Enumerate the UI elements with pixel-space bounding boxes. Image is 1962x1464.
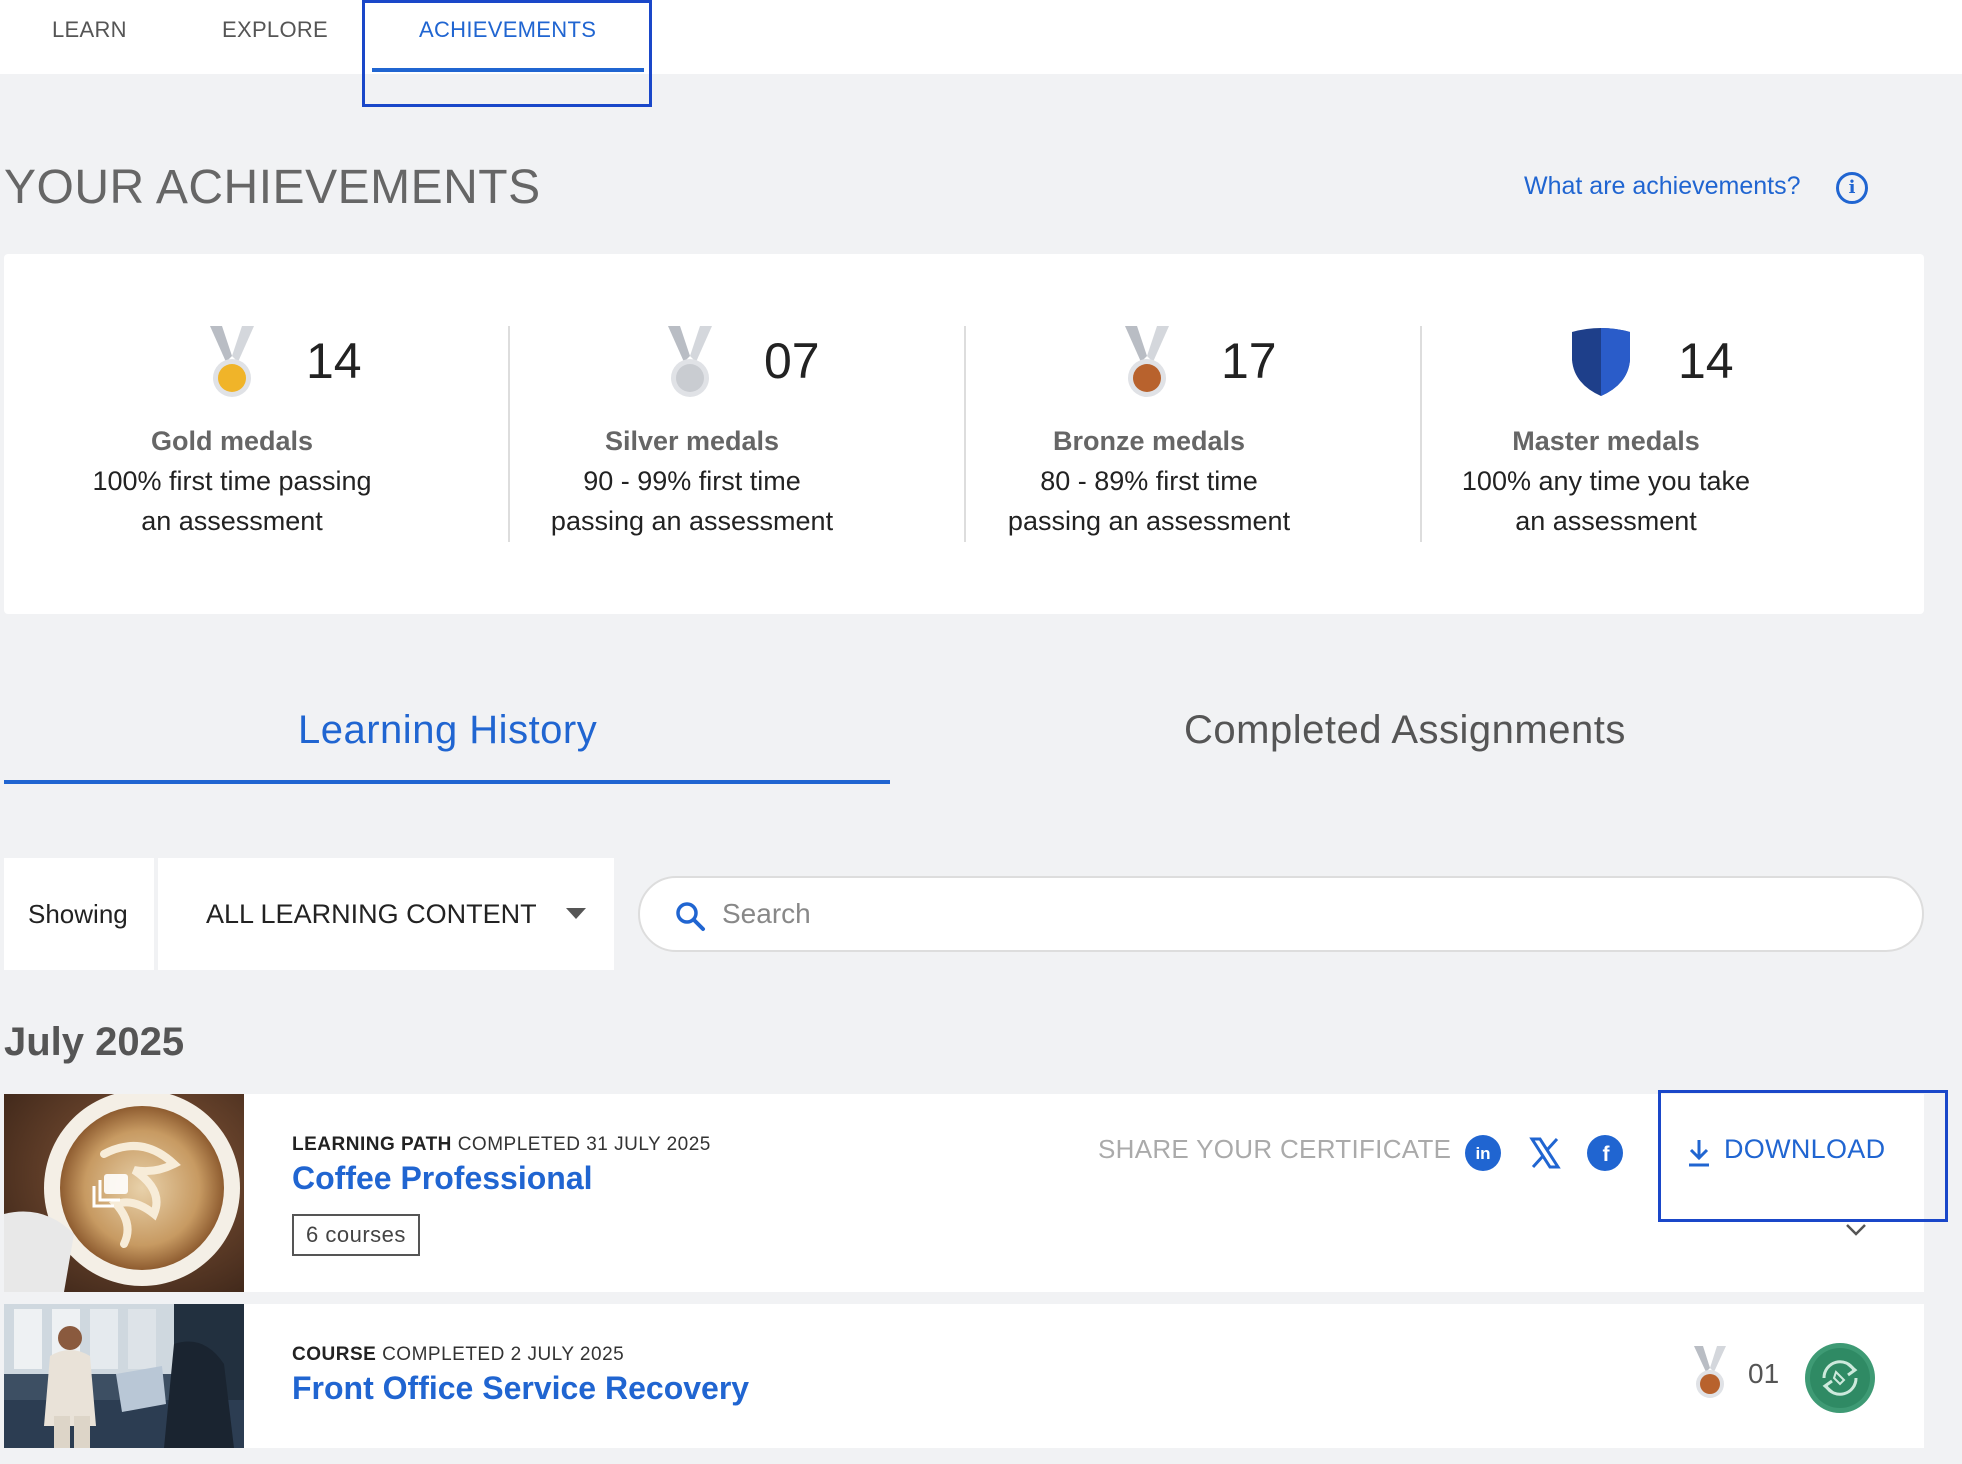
- master-medals-stat: 14 Master medals 100% any time you take …: [1374, 254, 1830, 614]
- history-item: COURSE COMPLETED 2 JULY 2025 Front Offic…: [4, 1304, 1924, 1448]
- nav-active-indicator: [372, 68, 644, 72]
- search-input[interactable]: [722, 894, 1872, 934]
- search-icon: [676, 902, 705, 931]
- gold-medal-count: 14: [306, 333, 362, 389]
- item-meta: COURSE COMPLETED 2 JULY 2025: [292, 1344, 624, 1366]
- gold-medals-stat: 14 Gold medals 100% first time passing a…: [4, 254, 460, 614]
- info-icon[interactable]: i: [1836, 172, 1868, 204]
- item-title-link[interactable]: Coffee Professional: [292, 1160, 593, 1197]
- master-medal-count: 14: [1678, 333, 1734, 389]
- tab-completed-assignments[interactable]: Completed Assignments: [1184, 708, 1626, 753]
- x-twitter-icon[interactable]: [1526, 1134, 1564, 1172]
- bronze-medal-desc: 80 - 89% first time: [1040, 466, 1258, 496]
- linkedin-icon[interactable]: in: [1464, 1134, 1502, 1172]
- medal-count: 01: [1748, 1358, 1780, 1389]
- svg-text:in: in: [1475, 1144, 1490, 1163]
- master-medal-desc: an assessment: [1515, 506, 1697, 536]
- page-title: YOUR ACHIEVEMENTS: [4, 161, 541, 214]
- item-completed-date: COMPLETED 2 JULY 2025: [382, 1344, 625, 1365]
- silver-medal-desc: passing an assessment: [550, 506, 834, 536]
- item-title-link[interactable]: Front Office Service Recovery: [292, 1370, 749, 1407]
- bronze-medals-stat: 17 Bronze medals 80 - 89% first time pas…: [917, 254, 1373, 614]
- bronze-medal-desc: passing an assessment: [1007, 506, 1291, 536]
- what-are-achievements-link[interactable]: What are achievements?: [1524, 172, 1801, 201]
- silver-medal-count: 07: [764, 333, 820, 389]
- month-heading: July 2025: [4, 1020, 185, 1064]
- bronze-medal-icon: [1694, 1346, 1726, 1398]
- master-shield-icon: [1572, 328, 1630, 396]
- share-certificate-label: SHARE YOUR CERTIFICATE: [1098, 1134, 1452, 1164]
- item-type: COURSE: [292, 1344, 377, 1365]
- courses-count-badge: 6 courses: [292, 1214, 420, 1256]
- chevron-down-icon[interactable]: [1844, 1222, 1868, 1238]
- nav-tab-explore[interactable]: EXPLORE: [222, 0, 328, 60]
- item-type: LEARNING PATH: [292, 1134, 452, 1155]
- content-filter-dropdown[interactable]: ALL LEARNING CONTENT: [158, 858, 614, 970]
- silver-medal-icon: [668, 326, 712, 397]
- nav-tab-achievements[interactable]: ACHIEVEMENTS: [419, 0, 596, 60]
- master-medal-name: Master medals: [1512, 426, 1700, 456]
- gold-medal-icon: [210, 326, 254, 397]
- bronze-medal-icon: [1125, 326, 1169, 397]
- gold-medal-name: Gold medals: [150, 426, 314, 456]
- refresh-badge-icon[interactable]: [1804, 1342, 1876, 1414]
- showing-label: Showing: [4, 858, 154, 970]
- history-item: LEARNING PATH COMPLETED 31 JULY 2025 Cof…: [4, 1094, 1924, 1292]
- silver-medals-stat: 07 Silver medals 90 - 99% first time pas…: [460, 254, 916, 614]
- master-medal-desc: 100% any time you take: [1461, 466, 1751, 496]
- search-box[interactable]: [638, 876, 1924, 952]
- item-completed-date: COMPLETED 31 JULY 2025: [457, 1134, 711, 1155]
- silver-medal-name: Silver medals: [604, 426, 780, 456]
- front-office-thumbnail[interactable]: [4, 1304, 244, 1448]
- download-icon[interactable]: [1686, 1138, 1712, 1168]
- filter-selected-value: ALL LEARNING CONTENT: [206, 899, 537, 929]
- tab-learning-history[interactable]: Learning History: [298, 708, 597, 753]
- svg-text:f: f: [1603, 1143, 1611, 1166]
- gold-medal-desc: an assessment: [141, 506, 323, 536]
- chevron-down-icon: [566, 908, 586, 919]
- bronze-medal-name: Bronze medals: [1052, 426, 1246, 456]
- gold-medal-desc: 100% first time passing: [92, 466, 372, 496]
- hotel-lobby-image: [4, 1304, 244, 1448]
- silver-medal-desc: 90 - 99% first time: [583, 466, 801, 496]
- download-button[interactable]: DOWNLOAD: [1724, 1134, 1885, 1165]
- item-meta: LEARNING PATH COMPLETED 31 JULY 2025: [292, 1134, 711, 1156]
- coffee-thumbnail[interactable]: [4, 1094, 244, 1292]
- tab-active-indicator: [4, 780, 890, 784]
- medals-summary-card: 14 Gold medals 100% first time passing a…: [4, 254, 1924, 614]
- latte-art-image: [4, 1094, 244, 1292]
- top-nav: LEARN EXPLORE ACHIEVEMENTS: [0, 0, 1962, 74]
- nav-tab-learn[interactable]: LEARN: [52, 0, 127, 60]
- bronze-medal-count: 17: [1221, 333, 1277, 389]
- facebook-icon[interactable]: f: [1586, 1134, 1624, 1172]
